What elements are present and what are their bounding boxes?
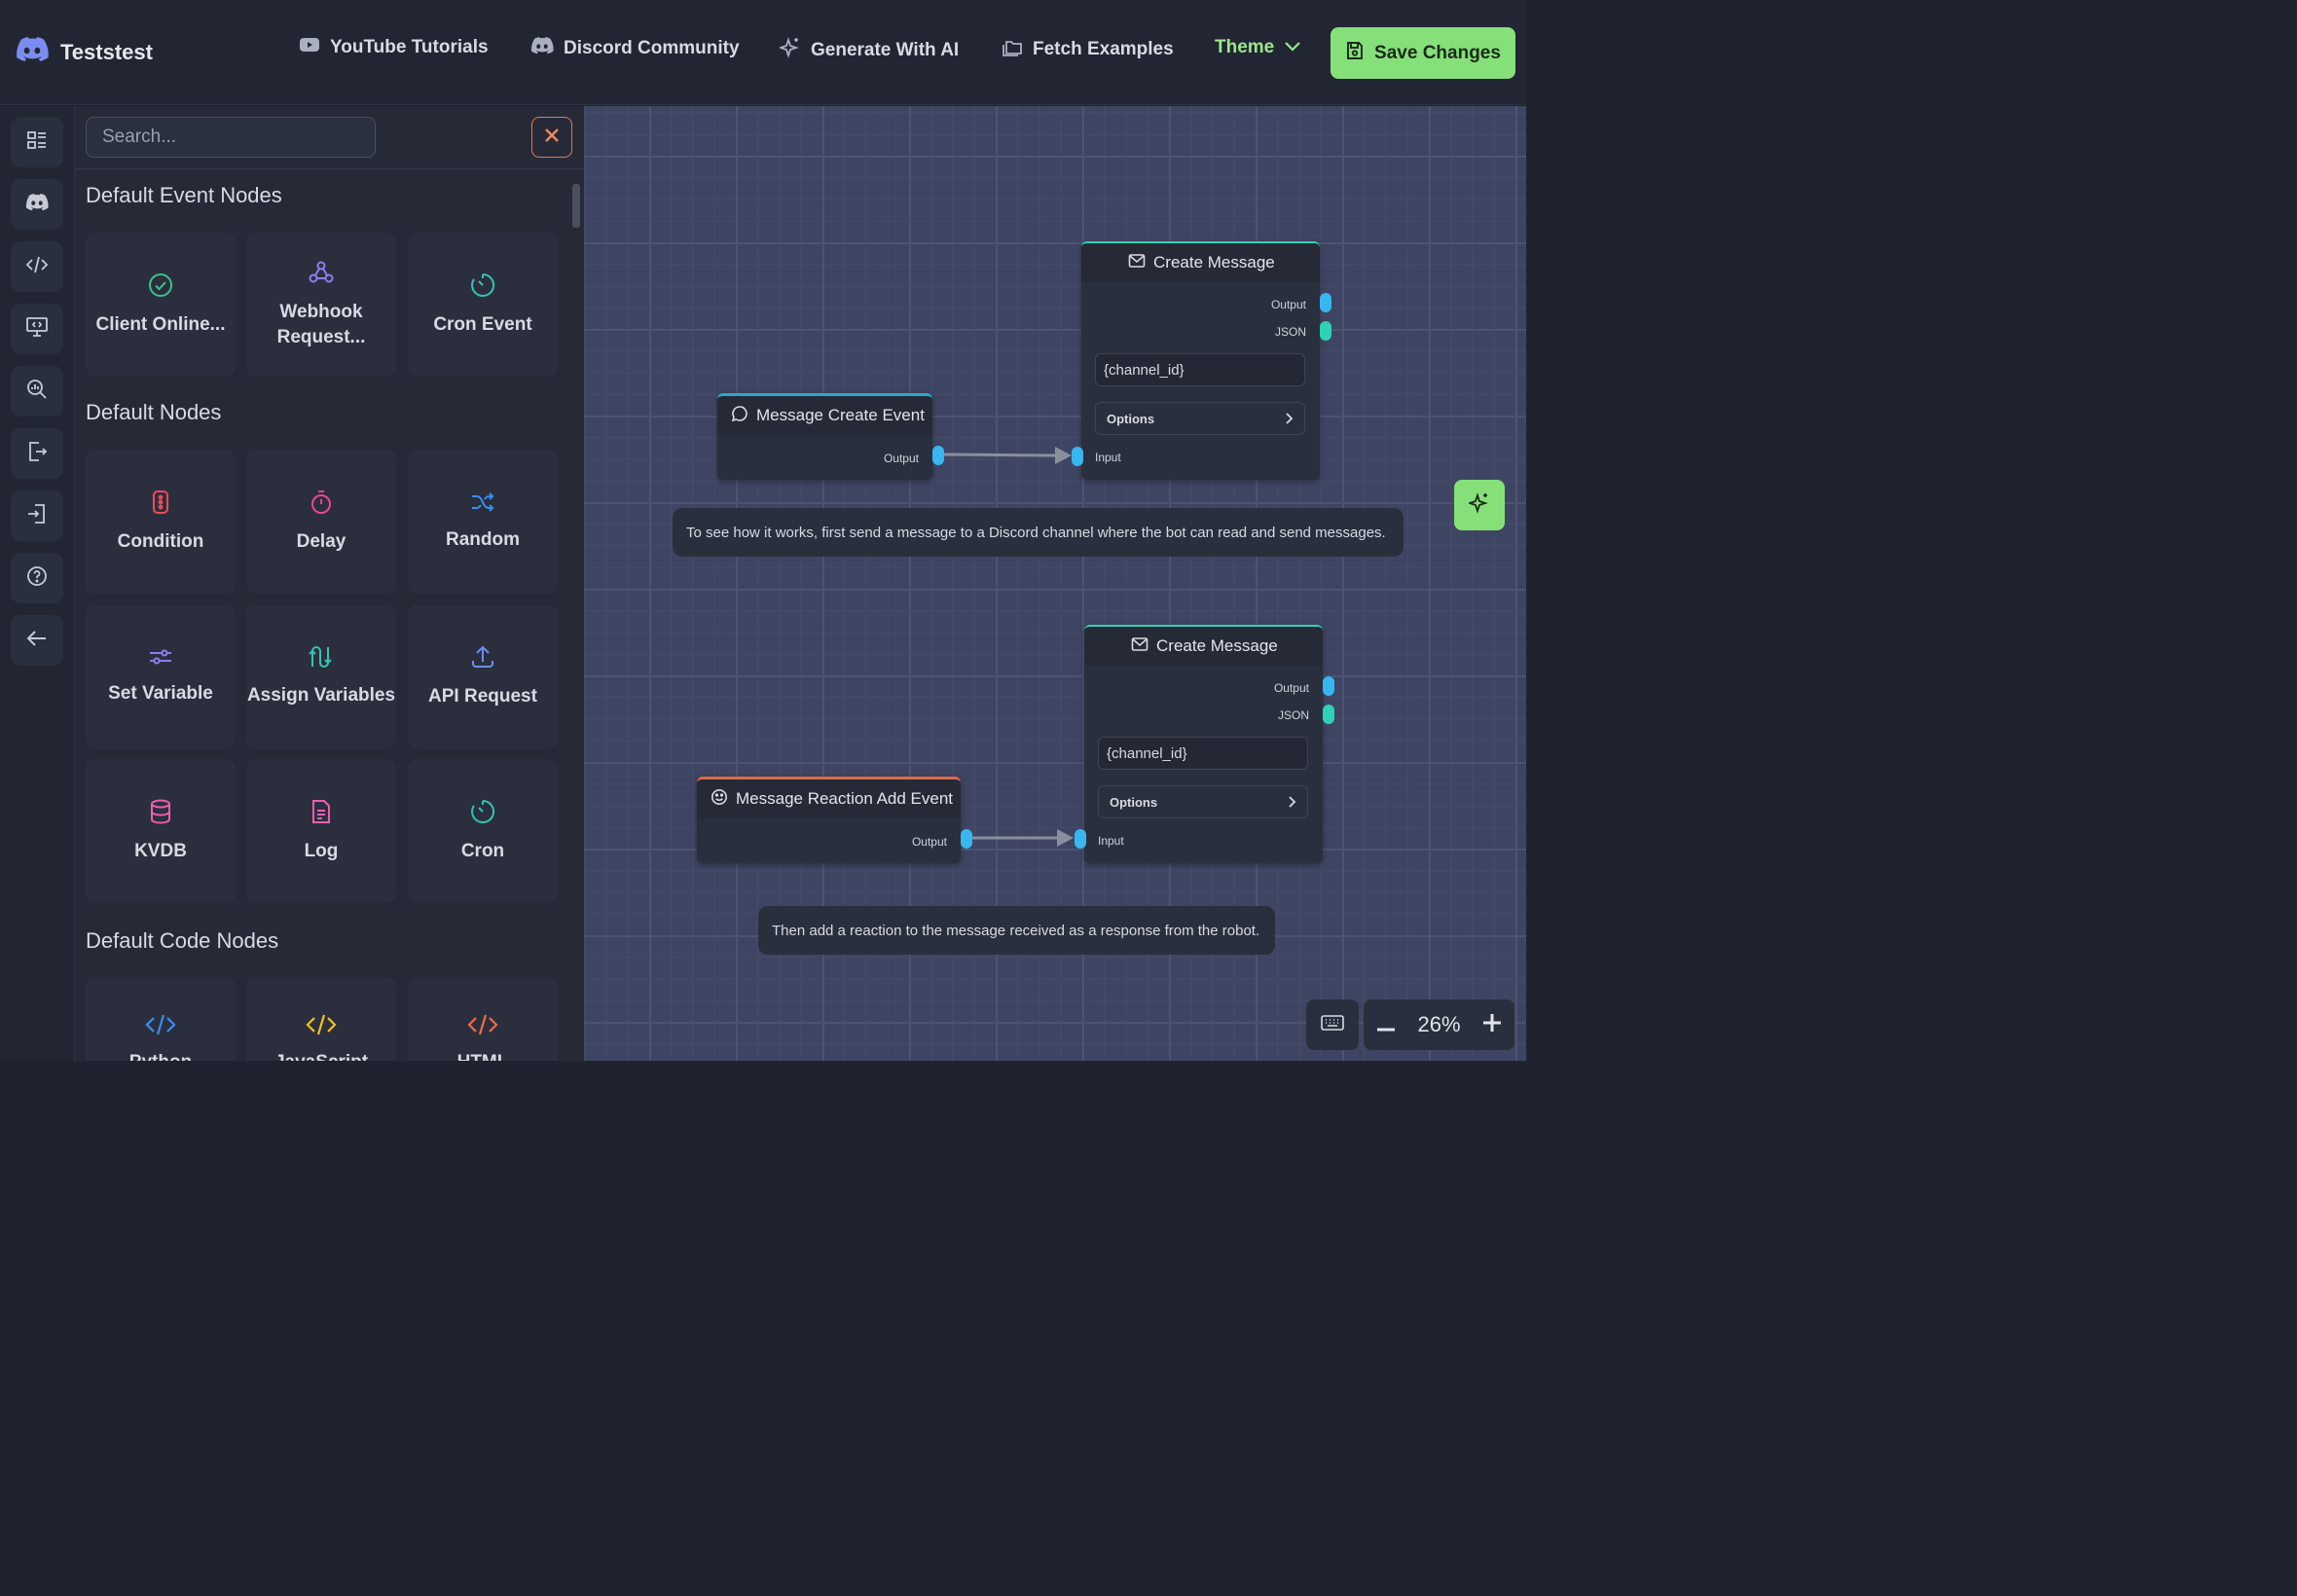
output-port-label: Output (883, 452, 919, 465)
options-toggle[interactable]: Options (1095, 402, 1305, 435)
node-header: Create Message (1084, 627, 1323, 666)
node4-output-port[interactable] (1323, 676, 1334, 696)
node1-output-port[interactable] (932, 446, 944, 465)
channel-id-input[interactable]: {channel_id} (1095, 353, 1305, 386)
zoom-in-button[interactable] (1482, 1012, 1501, 1037)
zoom-control: 26% (1364, 999, 1514, 1050)
options-toggle[interactable]: Options (1098, 785, 1308, 818)
edge-1-arrow (1055, 447, 1072, 464)
node-message-reaction-add-event[interactable]: Message Reaction Add Event Output (697, 777, 961, 863)
json-port-label: JSON (1277, 708, 1309, 722)
input-port-label: Input (1095, 451, 1121, 464)
note-text: To see how it works, first send a messag… (686, 524, 1386, 541)
output-port-label: Output (1273, 681, 1309, 695)
node-title: Message Reaction Add Event (736, 789, 954, 808)
output-port-label: Output (911, 835, 947, 849)
keyboard-icon (1321, 1014, 1344, 1035)
node3-output-port[interactable] (961, 829, 972, 849)
ai-assistant-button[interactable] (1454, 480, 1505, 530)
node2-output-port[interactable] (1320, 293, 1331, 312)
sparkles-icon (1467, 491, 1490, 519)
input-port-label: Input (1098, 834, 1124, 848)
smile-icon (711, 788, 728, 811)
edge-2-arrow (1057, 829, 1074, 847)
note-text: Then add a reaction to the message recei… (772, 922, 1260, 939)
chevron-right-icon (1288, 795, 1297, 812)
zoom-level: 26% (1417, 1012, 1461, 1036)
node-header: Message Reaction Add Event (697, 780, 961, 818)
node-header: Create Message (1081, 243, 1320, 282)
node-title: Create Message (1156, 636, 1278, 655)
channel-id-input[interactable]: {channel_id} (1098, 737, 1308, 770)
canvas-note-2[interactable]: Then add a reaction to the message recei… (758, 906, 1275, 955)
mail-icon (1095, 253, 1146, 273)
node-header: Message Create Event (717, 396, 932, 435)
message-icon (731, 405, 748, 427)
node-title: Create Message (1153, 253, 1275, 272)
channel-id-value: {channel_id} (1107, 744, 1187, 762)
node-create-message-2[interactable]: Create Message Output JSON {channel_id} … (1084, 625, 1323, 863)
channel-id-value: {channel_id} (1104, 361, 1185, 379)
node-create-message-1[interactable]: Create Message Output JSON {channel_id} … (1081, 241, 1320, 480)
options-label: Options (1110, 794, 1158, 810)
node2-input-port[interactable] (1072, 447, 1083, 466)
node-title: Message Create Event (756, 406, 925, 424)
node4-json-port[interactable] (1323, 705, 1334, 724)
options-label: Options (1107, 411, 1155, 426)
node2-json-port[interactable] (1320, 321, 1331, 341)
canvas-note-1[interactable]: To see how it works, first send a messag… (673, 508, 1404, 557)
json-port-label: JSON (1274, 325, 1306, 339)
zoom-out-button[interactable] (1377, 1012, 1395, 1037)
keyboard-shortcuts-button[interactable] (1306, 999, 1359, 1050)
mail-icon (1098, 636, 1148, 657)
node4-input-port[interactable] (1075, 829, 1086, 849)
node-message-create-event[interactable]: Message Create Event Output (717, 393, 932, 480)
edge-1[interactable] (939, 453, 1068, 457)
output-port-label: Output (1270, 298, 1306, 311)
chevron-right-icon (1285, 412, 1294, 428)
